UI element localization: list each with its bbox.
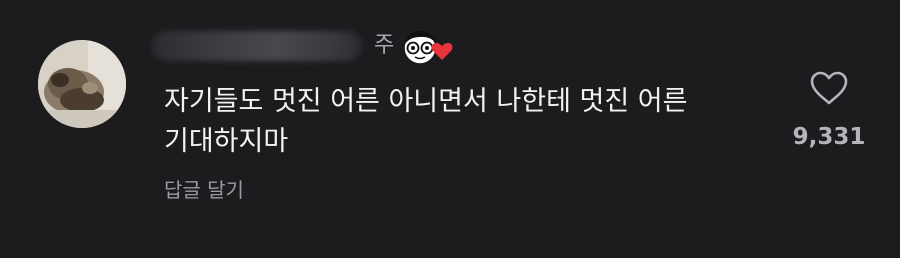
- comment-item: 주 자기들도 멋진 어른 아니면서 나한테 멋진 어른 기대하지마 답글 달기 …: [0, 0, 900, 258]
- avatar-image: [38, 40, 126, 128]
- comment-text: 자기들도 멋진 어른 아니면서 나한테 멋진 어른 기대하지마: [164, 86, 688, 157]
- avatar[interactable]: [38, 40, 126, 128]
- like-button[interactable]: [804, 66, 854, 110]
- username-redacted[interactable]: [152, 31, 362, 61]
- reply-button[interactable]: 답글 달기: [164, 172, 244, 208]
- like-count: 9,331: [792, 124, 866, 150]
- heart-outline-icon: [810, 71, 848, 105]
- username-suffix: 주: [374, 33, 395, 58]
- smiling-face-with-heart-badge-icon: [403, 30, 453, 65]
- comment-header: 주: [152, 26, 454, 66]
